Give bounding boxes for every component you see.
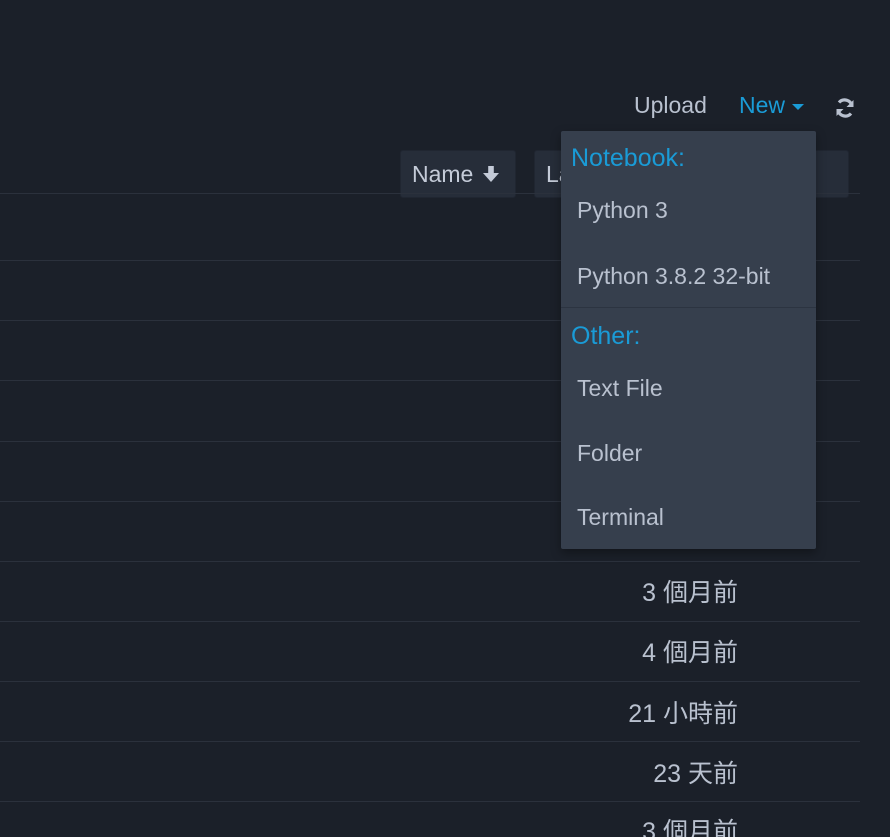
notebook-section-header: Notebook: [571,144,685,172]
menu-item-terminal[interactable]: Terminal [561,489,816,545]
menu-item-folder[interactable]: Folder [561,425,816,481]
row-divider [0,621,860,622]
row-last-modified: 3 個月前 [642,818,738,837]
sort-by-name-button[interactable]: Name [400,150,516,198]
refresh-button[interactable] [833,96,857,120]
row-divider [0,741,860,742]
row-divider [0,681,860,682]
new-dropdown-menu: Notebook: Python 3 Python 3.8.2 32-bit O… [561,131,816,549]
caret-down-icon [792,104,805,110]
row-last-modified: 4 個月前 [642,639,738,667]
upload-button[interactable]: Upload [634,92,707,119]
row-last-modified: 3 個月前 [642,579,738,607]
row-last-modified: 23 天前 [653,760,738,788]
menu-item-python-3-8-2-32-bit[interactable]: Python 3.8.2 32-bit [561,248,816,304]
menu-item-python-3[interactable]: Python 3 [561,182,816,238]
arrow-down-icon [483,166,500,182]
menu-divider [561,307,816,308]
menu-item-text-file[interactable]: Text File [561,360,816,416]
new-button-label: New [739,92,786,118]
other-section-header: Other: [571,322,641,350]
name-column-label: Name [412,160,474,187]
row-divider [0,801,860,802]
row-divider [0,561,860,562]
file-browser: Upload New Name La te 3 個月前 4 個月前 21 [0,0,890,837]
new-button[interactable]: New [739,92,805,119]
refresh-icon [836,98,854,118]
row-last-modified: 21 小時前 [628,700,738,728]
